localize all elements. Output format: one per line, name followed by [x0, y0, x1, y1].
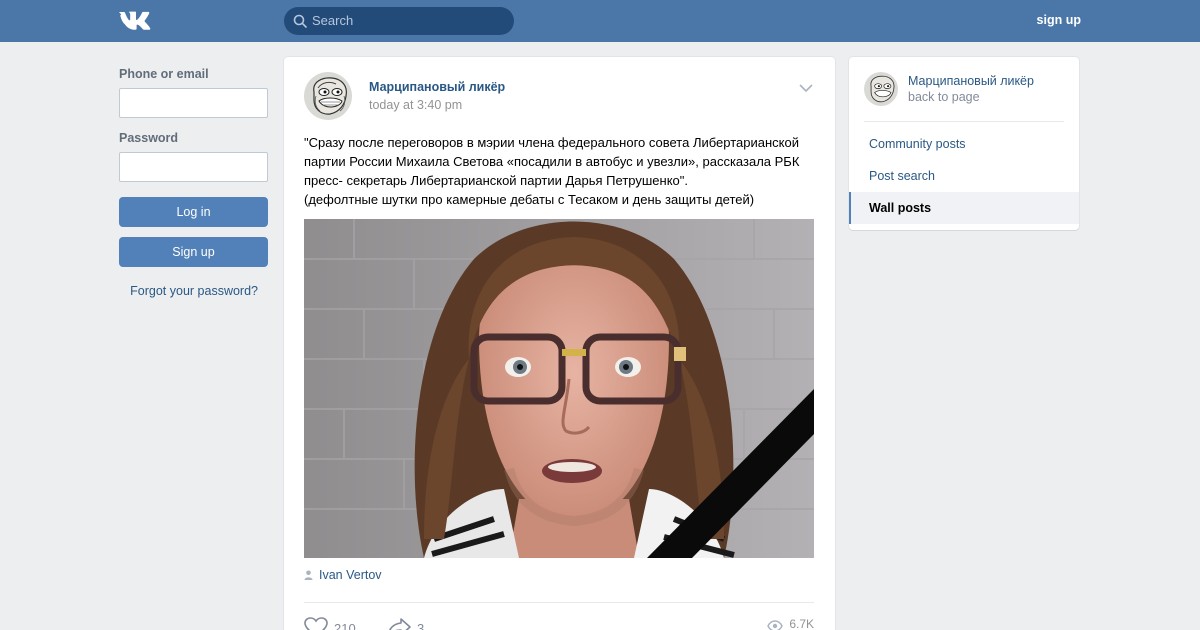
- search-icon: [293, 14, 307, 28]
- post-text: "Сразу после переговоров в мэрии члена ф…: [304, 133, 814, 209]
- signup-button[interactable]: Sign up: [119, 237, 268, 267]
- divider: [304, 602, 814, 603]
- post-text-line: партии России Михаила Светова «посадили …: [304, 154, 800, 169]
- heart-icon: [304, 617, 328, 630]
- forgot-password-link[interactable]: Forgot your password?: [119, 284, 268, 298]
- share-button[interactable]: 3: [387, 617, 424, 630]
- password-label: Password: [119, 131, 179, 145]
- post-text-line: "Сразу после переговоров в мэрии члена ф…: [304, 135, 799, 150]
- like-count: 210: [334, 621, 356, 630]
- views-count: 6.7K: [789, 617, 814, 630]
- vk-logo-icon[interactable]: [118, 9, 154, 33]
- post-text-line: (дефолтные шутки про камерные дебаты с Т…: [304, 192, 755, 207]
- sidebar-item-post-search[interactable]: Post search: [849, 160, 1079, 192]
- email-label: Phone or email: [119, 67, 209, 81]
- signer-name[interactable]: Ivan Vertov: [319, 568, 382, 582]
- like-button[interactable]: 210: [304, 617, 356, 630]
- top-header: Search sign up: [0, 0, 1200, 42]
- header-signup-link[interactable]: sign up: [1037, 13, 1081, 27]
- sidebar-item-community-posts[interactable]: Community posts: [849, 128, 1079, 160]
- post-time[interactable]: today at 3:40 pm: [369, 98, 462, 112]
- share-count: 3: [417, 621, 425, 630]
- avatar[interactable]: [864, 72, 898, 106]
- share-icon: [389, 618, 411, 630]
- login-form: Phone or email Password Log in Sign up F…: [119, 67, 268, 298]
- post-author-link[interactable]: Марципановый ликёр: [369, 80, 505, 94]
- sidebar-page-name[interactable]: Марципановый ликёр: [908, 74, 1034, 88]
- user-icon: [304, 570, 313, 580]
- back-to-page-link[interactable]: back to page: [908, 90, 980, 104]
- avatar[interactable]: [304, 72, 352, 120]
- search-box[interactable]: Search: [284, 7, 514, 35]
- troll-face-icon: [304, 72, 352, 120]
- sidebar-item-wall-posts[interactable]: Wall posts: [849, 192, 1079, 224]
- search-input[interactable]: Search: [312, 13, 353, 28]
- troll-face-icon: [864, 72, 898, 106]
- post-text-line: пресс- секретарь Либертарианской партии …: [304, 173, 688, 188]
- divider: [864, 121, 1064, 122]
- wall-post: Марципановый ликёр today at 3:40 pm "Сра…: [284, 57, 835, 630]
- page-sidebar: Марципановый ликёр back to page Communit…: [849, 57, 1079, 230]
- post-photo[interactable]: [304, 219, 814, 558]
- password-field[interactable]: [119, 152, 268, 182]
- login-button[interactable]: Log in: [119, 197, 268, 227]
- email-field[interactable]: [119, 88, 268, 118]
- chevron-down-icon[interactable]: [799, 83, 813, 93]
- eye-icon: [767, 620, 784, 630]
- views-counter: 6.7K: [767, 617, 814, 630]
- signer-link[interactable]: Ivan Vertov: [304, 568, 382, 582]
- post-actions: 210 3 6.7K: [304, 617, 814, 630]
- portrait-photo: [304, 219, 814, 558]
